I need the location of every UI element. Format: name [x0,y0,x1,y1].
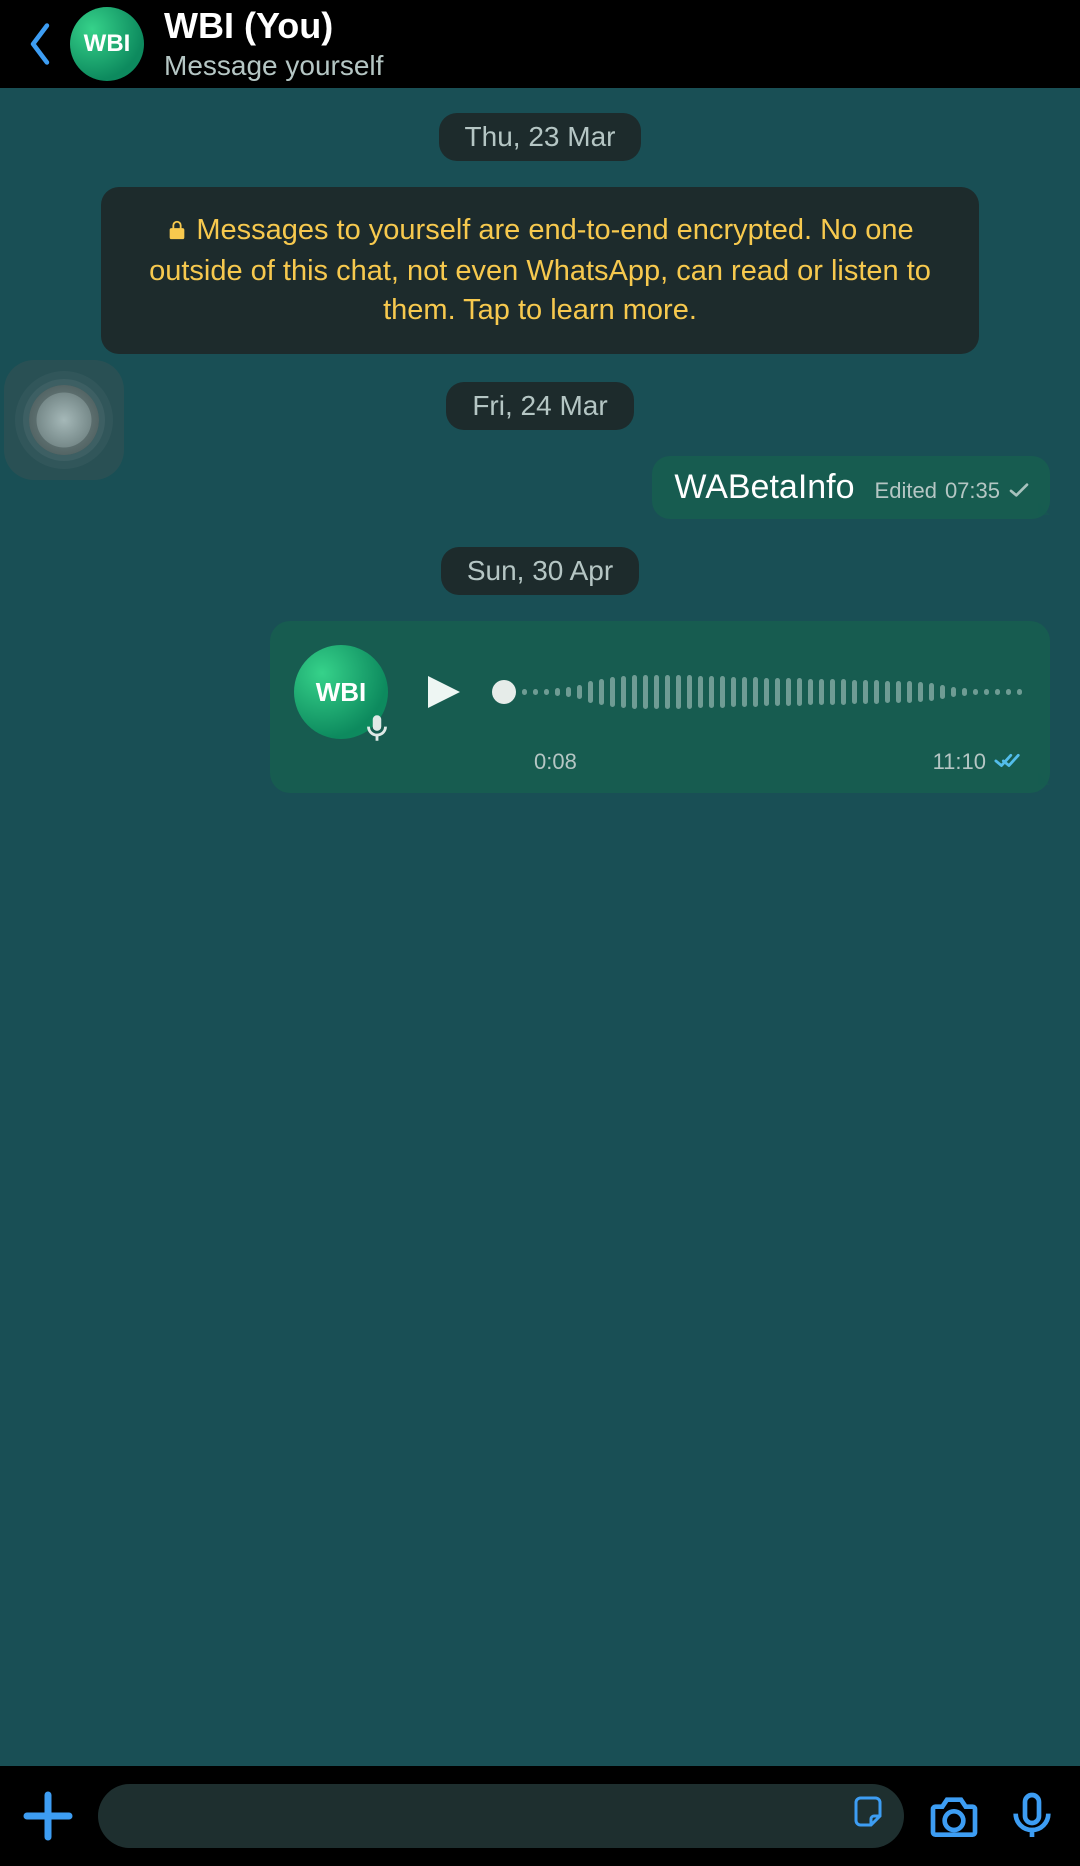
edited-label: Edited [875,478,937,504]
sticker-icon [850,1795,886,1831]
voice-avatar: WBI [294,645,388,739]
sticker-button[interactable] [850,1795,886,1838]
message-row: WBI 0:08 11:10 [30,621,1050,793]
top-bar: WBI WBI (You) Message yourself [0,0,1080,88]
waveform-bars [522,668,1022,716]
chat-scroll[interactable]: Thu, 23 Mar Messages to yourself are end… [0,88,1080,1766]
read-ticks-icon [994,749,1022,775]
message-input[interactable] [98,1784,904,1848]
chat-title: WBI (You) [164,6,383,46]
voice-message[interactable]: WBI 0:08 11:10 [270,621,1050,793]
compose-bar [0,1766,1080,1866]
camera-icon [926,1788,982,1844]
plus-icon [20,1788,76,1844]
voice-time-status: 11:10 [933,749,1022,775]
encryption-text: Messages to yourself are end-to-end encr… [149,214,931,326]
avatar-label: WBI [70,7,144,81]
date-chip-2: Fri, 24 Mar [446,382,633,430]
avatar[interactable]: WBI [70,7,164,81]
message-meta: Edited 07:35 [875,478,1030,504]
message-time: 07:35 [945,478,1000,504]
chat-subtitle: Message yourself [164,50,383,82]
mic-badge-icon [360,711,394,745]
voice-meta: 0:08 11:10 [294,749,1022,775]
play-button[interactable] [416,668,464,716]
encryption-notice[interactable]: Messages to yourself are end-to-end encr… [101,187,979,354]
date-chip-3: Sun, 30 Apr [441,547,639,595]
lock-icon [166,213,188,252]
chat-titles[interactable]: WBI (You) Message yourself [164,6,383,82]
voice-row: WBI [294,645,1022,739]
voice-avatar-label: WBI [316,677,367,708]
back-button[interactable] [10,21,70,67]
assistive-dot [29,385,99,455]
date-chip-1: Thu, 23 Mar [439,113,642,161]
back-icon [26,21,54,67]
camera-button[interactable] [926,1788,982,1844]
message-row: WABetaInfo Edited 07:35 [30,456,1050,519]
mic-icon [1004,1788,1060,1844]
mic-button[interactable] [1004,1788,1060,1844]
assistive-touch-icon[interactable] [4,360,124,480]
message-text: WABetaInfo [674,468,854,507]
voice-duration: 0:08 [534,749,577,775]
sent-tick-icon [1008,478,1030,504]
voice-waveform[interactable] [492,668,1022,716]
play-icon [416,668,464,716]
voice-timestamp: 11:10 [933,749,986,775]
outgoing-message[interactable]: WABetaInfo Edited 07:35 [652,456,1050,519]
attach-plus-button[interactable] [20,1788,76,1844]
scrubber-handle[interactable] [492,680,516,704]
